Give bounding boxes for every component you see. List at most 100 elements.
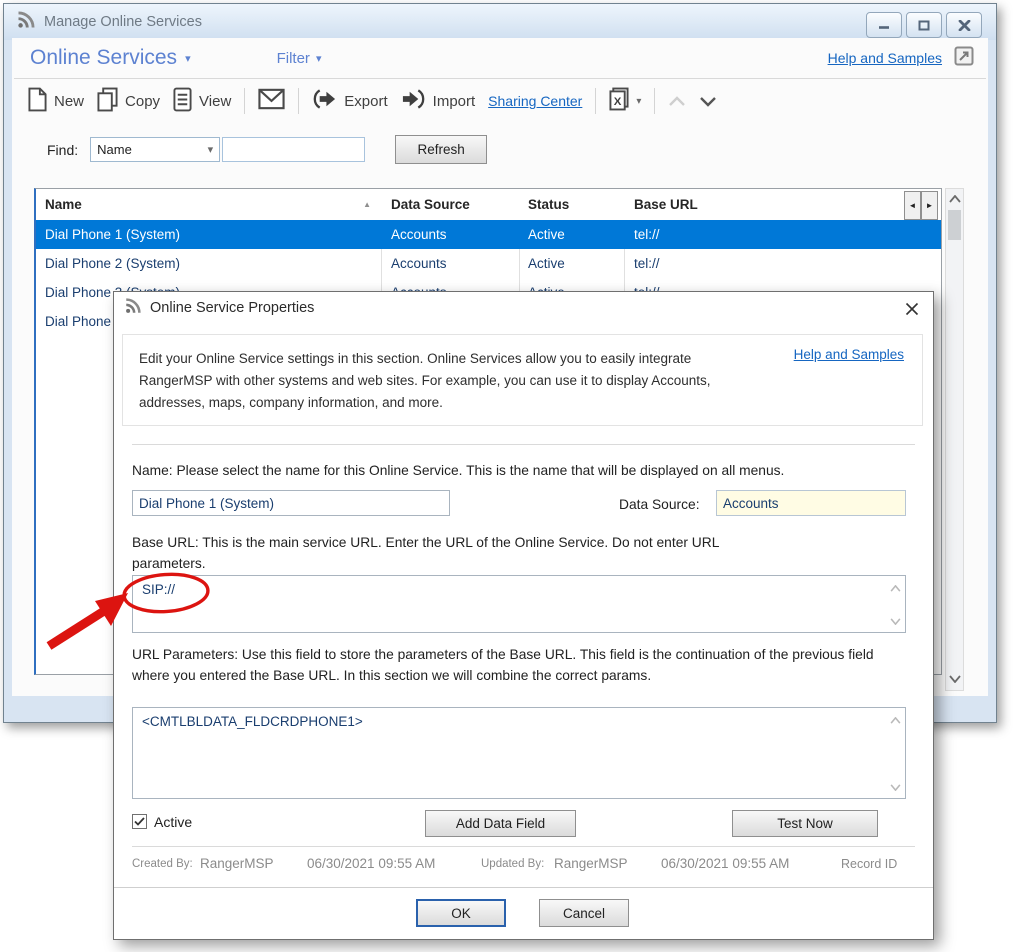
created-date: 06/30/2021 09:55 AM — [307, 856, 435, 871]
toolbar: New Copy View Export — [12, 79, 988, 123]
maximize-button[interactable] — [906, 12, 942, 38]
divider — [114, 887, 933, 888]
table-row[interactable]: Dial Phone 2 (System) Accounts Active te… — [36, 249, 941, 278]
minimize-button[interactable] — [866, 12, 902, 38]
vertical-scrollbar[interactable] — [945, 188, 964, 691]
help-and-samples-link[interactable]: Help and Samples — [828, 50, 942, 66]
url-parameters-textarea[interactable]: <CMTLBLDATA_FLDCRDPHONE1> — [132, 707, 906, 799]
chevron-down-icon: ▾ — [208, 143, 214, 156]
find-input[interactable] — [222, 137, 365, 162]
service-name-input[interactable] — [132, 490, 450, 516]
view-label: View — [199, 93, 231, 110]
scroll-up-icon[interactable] — [890, 712, 901, 727]
refresh-button[interactable]: Refresh — [395, 135, 487, 164]
window-title: Manage Online Services — [44, 14, 202, 30]
excel-export-button[interactable]: X ▾ — [609, 87, 641, 115]
close-button[interactable] — [946, 12, 982, 38]
move-down-button[interactable] — [699, 96, 717, 107]
copy-button[interactable]: Copy — [97, 87, 160, 116]
active-label: Active — [154, 812, 192, 833]
online-service-properties-dialog: Online Service Properties Edit your Onli… — [113, 291, 934, 940]
record-footer: Created By: RangerMSP 06/30/2021 09:55 A… — [114, 852, 933, 876]
view-document-icon — [173, 87, 192, 116]
scroll-up-icon[interactable] — [946, 191, 963, 207]
chevron-down-icon: ▾ — [316, 52, 322, 65]
view-selector-label: Online Services — [30, 46, 177, 70]
scrollbar-thumb[interactable] — [948, 210, 961, 240]
find-field-select[interactable]: Name ▾ — [90, 137, 220, 162]
dialog-rss-icon — [124, 297, 142, 320]
updated-by-value: RangerMSP — [554, 856, 628, 871]
view-selector-menu[interactable]: Online Services ▾ — [30, 46, 191, 70]
copy-icon — [97, 87, 118, 116]
import-arrow-icon — [401, 87, 426, 115]
divider — [595, 88, 596, 114]
copy-label: Copy — [125, 93, 160, 110]
data-source-label: Data Source: — [619, 494, 700, 515]
updated-by-label: Updated By: — [481, 858, 544, 870]
app-rss-icon — [16, 10, 36, 35]
filter-label: Filter — [277, 50, 310, 67]
triangle-right-icon: ► — [926, 201, 934, 210]
scroll-down-icon[interactable] — [890, 779, 901, 794]
email-button[interactable] — [258, 88, 285, 114]
column-scroll-right-button[interactable]: ► — [921, 191, 938, 220]
export-button[interactable]: Export — [312, 87, 387, 115]
add-data-field-button[interactable]: Add Data Field — [425, 810, 576, 837]
dialog-title: Online Service Properties — [150, 300, 314, 316]
column-scroll-left-button[interactable]: ◄ — [904, 191, 921, 220]
dialog-titlebar: Online Service Properties — [114, 292, 933, 324]
base-url-textarea[interactable]: SIP:// — [132, 575, 906, 633]
created-by-label: Created By: — [132, 858, 193, 870]
divider — [298, 88, 299, 114]
new-button[interactable]: New — [28, 87, 84, 116]
cancel-button[interactable]: Cancel — [539, 899, 629, 927]
find-label: Find: — [47, 142, 78, 158]
export-label: Export — [344, 93, 387, 110]
move-up-button[interactable] — [668, 96, 686, 107]
triangle-left-icon: ◄ — [909, 201, 917, 210]
window-controls — [866, 12, 982, 38]
sharing-center-link[interactable]: Sharing Center — [488, 93, 582, 109]
divider — [132, 846, 915, 847]
divider — [654, 88, 655, 114]
popout-icon[interactable] — [954, 46, 974, 71]
created-by-value: RangerMSP — [200, 856, 274, 871]
find-row: Find: Name ▾ Refresh — [12, 135, 988, 164]
column-header-base-url[interactable]: Base URL — [624, 197, 941, 212]
new-label: New — [54, 93, 84, 110]
table-header-row: Name ▲ Data Source Status Base URL — [36, 189, 941, 221]
test-now-button[interactable]: Test Now — [732, 810, 878, 837]
column-header-data-source[interactable]: Data Source — [381, 197, 519, 212]
ok-button[interactable]: OK — [416, 899, 506, 927]
menu-row: Online Services ▾ Filter ▾ Help and Samp… — [12, 38, 988, 78]
screen: Manage Online Services Online Services — [0, 0, 1019, 952]
new-page-icon — [28, 87, 47, 116]
export-arrow-icon — [312, 87, 337, 115]
table-row[interactable]: Dial Phone 1 (System) Accounts Active te… — [36, 220, 941, 249]
updated-date: 06/30/2021 09:55 AM — [661, 856, 789, 871]
description-panel: Edit your Online Service settings in thi… — [122, 334, 923, 426]
checkmark-icon — [134, 817, 145, 826]
view-button[interactable]: View — [173, 87, 231, 116]
base-url-label: Base URL: This is the main service URL. … — [132, 532, 792, 574]
envelope-icon — [258, 88, 285, 114]
name-field-label: Name: Please select the name for this On… — [132, 460, 912, 481]
import-button[interactable]: Import — [401, 87, 476, 115]
dialog-close-icon[interactable] — [903, 300, 921, 318]
import-label: Import — [433, 93, 476, 110]
dialog-help-and-samples-link[interactable]: Help and Samples — [794, 347, 904, 362]
record-id-label: Record ID — [841, 857, 897, 871]
column-header-name[interactable]: Name ▲ — [36, 197, 381, 212]
base-url-value: SIP:// — [142, 582, 175, 597]
scroll-down-icon[interactable] — [946, 671, 963, 687]
scroll-down-icon[interactable] — [890, 613, 901, 628]
column-header-status[interactable]: Status — [519, 197, 624, 212]
scroll-up-icon[interactable] — [890, 580, 901, 595]
data-source-input[interactable] — [716, 490, 906, 516]
excel-icon: X — [609, 87, 629, 115]
filter-menu[interactable]: Filter ▾ — [277, 50, 322, 67]
divider — [244, 88, 245, 114]
window-titlebar: Manage Online Services — [4, 4, 996, 40]
active-checkbox[interactable] — [132, 814, 147, 829]
